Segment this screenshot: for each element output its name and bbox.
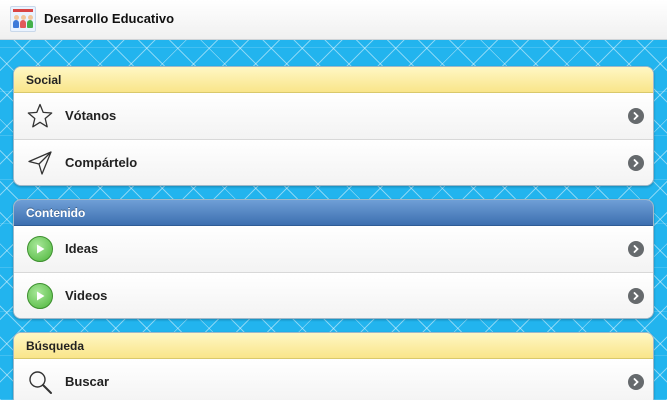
chevron-right-icon (628, 108, 644, 124)
chevron-right-icon (628, 241, 644, 257)
list-item-label: Ideas (65, 241, 99, 256)
chevron-right-icon (628, 374, 644, 390)
play-icon (26, 235, 54, 263)
list-item-buscar[interactable]: Buscar (14, 359, 653, 400)
chevron-right-icon (628, 154, 644, 171)
chevron-right-icon (628, 287, 644, 304)
section-header: Social (14, 67, 653, 93)
list-item-label: Buscar (65, 374, 110, 389)
star-icon (26, 102, 54, 130)
section-header: Contenido (14, 200, 653, 226)
play-icon (26, 282, 54, 310)
app-logo-icon[interactable] (10, 6, 36, 32)
list-item-votanos[interactable]: Vótanos (14, 93, 653, 139)
list-item-label: Compártelo (65, 154, 138, 170)
social-section: Social Vótanos Compártelo (13, 66, 654, 186)
app-title: Desarrollo Educativo (44, 11, 175, 26)
list-item-compartelo[interactable]: Compártelo (14, 139, 653, 185)
search-icon (26, 368, 54, 396)
list-item-videos[interactable]: Videos (14, 272, 653, 318)
busqueda-section: Búsqueda Buscar (13, 332, 654, 400)
list-item-ideas[interactable]: Ideas (14, 226, 653, 272)
section-header: Búsqueda (14, 333, 653, 359)
app-bar: Desarrollo Educativo (0, 0, 667, 40)
contenido-section: Contenido Ideas Videos (13, 199, 654, 319)
list-item-label: Vótanos (65, 108, 117, 123)
list-item-label: Videos (65, 287, 108, 303)
send-icon (26, 149, 54, 177)
